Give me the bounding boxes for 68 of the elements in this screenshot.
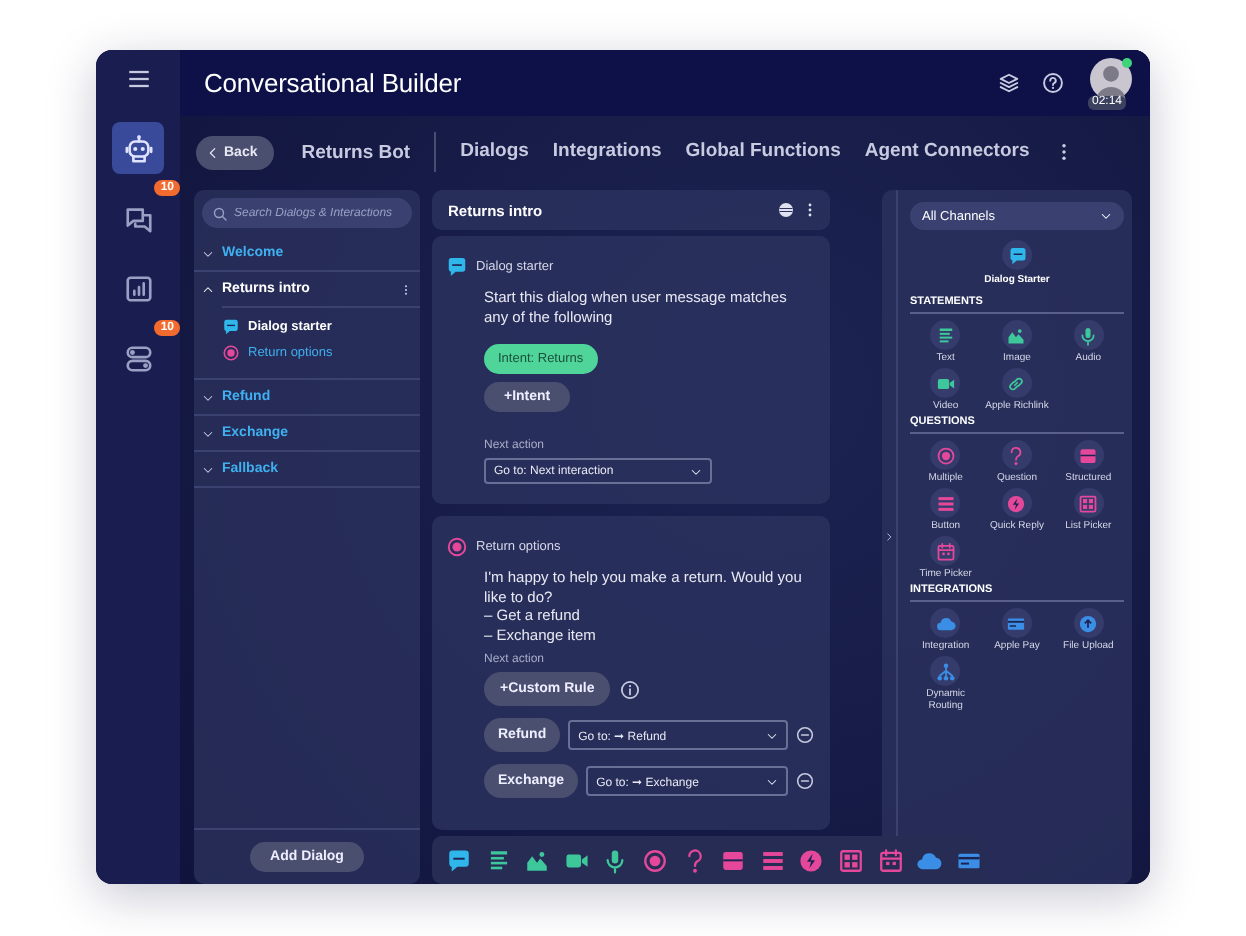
radio-button-icon (935, 445, 956, 465)
grid-icon (1078, 493, 1099, 513)
toolbar-button[interactable] (796, 845, 827, 875)
form-icon (1078, 445, 1099, 465)
search-icon (212, 205, 228, 221)
avatar[interactable] (1089, 57, 1131, 99)
image-icon (1006, 325, 1027, 345)
nav-tab[interactable]: Agent Connectors (864, 135, 1030, 169)
chevron-down-icon (202, 391, 214, 403)
toggles-icon (123, 343, 153, 373)
minus-circle-icon (796, 726, 814, 744)
chevron-up-icon (202, 283, 214, 295)
chevron-down-icon (202, 463, 214, 475)
online-status-dot (1122, 57, 1132, 67)
chevron-down-icon (766, 729, 778, 741)
question-mark-icon (1006, 445, 1027, 465)
speech-bubble-icon (1007, 245, 1027, 265)
radio-button-icon (641, 847, 668, 873)
chevron-right-icon (884, 532, 894, 542)
radio-button-icon (446, 536, 468, 558)
cloud-icon (916, 847, 943, 873)
minus-circle-icon (796, 772, 814, 790)
help-icon (1042, 72, 1064, 94)
speech-bubble-icon (446, 256, 468, 278)
upload-icon (1078, 613, 1099, 633)
text-lines-icon (485, 847, 512, 873)
toolbar-button[interactable] (444, 845, 474, 875)
list-icon (935, 493, 956, 513)
info-icon (620, 679, 641, 699)
nav-tab[interactable]: Dialogs (460, 135, 529, 169)
bot-name: Returns Bot (301, 141, 411, 163)
speech-bubble-icon (222, 318, 240, 336)
text-lines-icon (935, 325, 956, 345)
network-icon (935, 661, 956, 681)
lightning-bubble-icon (1006, 493, 1027, 513)
lightning-bubble-icon (798, 847, 825, 873)
card-icon (1006, 613, 1027, 633)
chevron-down-icon (766, 775, 778, 787)
nav-rail-button[interactable] (112, 122, 164, 174)
chevron-down-icon (202, 247, 214, 259)
layers-icon (998, 72, 1020, 94)
chevron-left-icon (206, 145, 220, 159)
chevron-down-icon (202, 427, 214, 439)
chat-bubbles-icon (123, 203, 153, 233)
list-icon (759, 847, 786, 873)
app-title: Conversational Builder (204, 68, 464, 98)
link-icon (1006, 373, 1027, 393)
toolbar-button[interactable] (875, 845, 906, 875)
toolbar-button[interactable] (835, 845, 866, 875)
nav-tab[interactable]: Integrations (552, 135, 662, 169)
toolbar-button[interactable] (639, 845, 670, 875)
robot-icon (123, 133, 153, 163)
microphone-icon (1078, 325, 1099, 345)
video-camera-icon (935, 373, 956, 393)
chevron-down-icon (690, 465, 702, 477)
calendar-icon (877, 847, 904, 873)
menu-icon[interactable] (125, 66, 151, 92)
microphone-icon (602, 847, 629, 873)
bar-chart-icon (123, 273, 153, 303)
image-icon (524, 847, 551, 873)
nav-tab[interactable]: Global Functions (685, 135, 841, 169)
speech-bubble-icon (446, 847, 472, 873)
radio-button-icon (222, 344, 240, 362)
chevron-down-icon (1100, 210, 1112, 222)
grid-icon (837, 847, 864, 873)
calendar-icon (935, 541, 956, 561)
cloud-icon (935, 613, 956, 633)
form-icon (720, 847, 747, 873)
